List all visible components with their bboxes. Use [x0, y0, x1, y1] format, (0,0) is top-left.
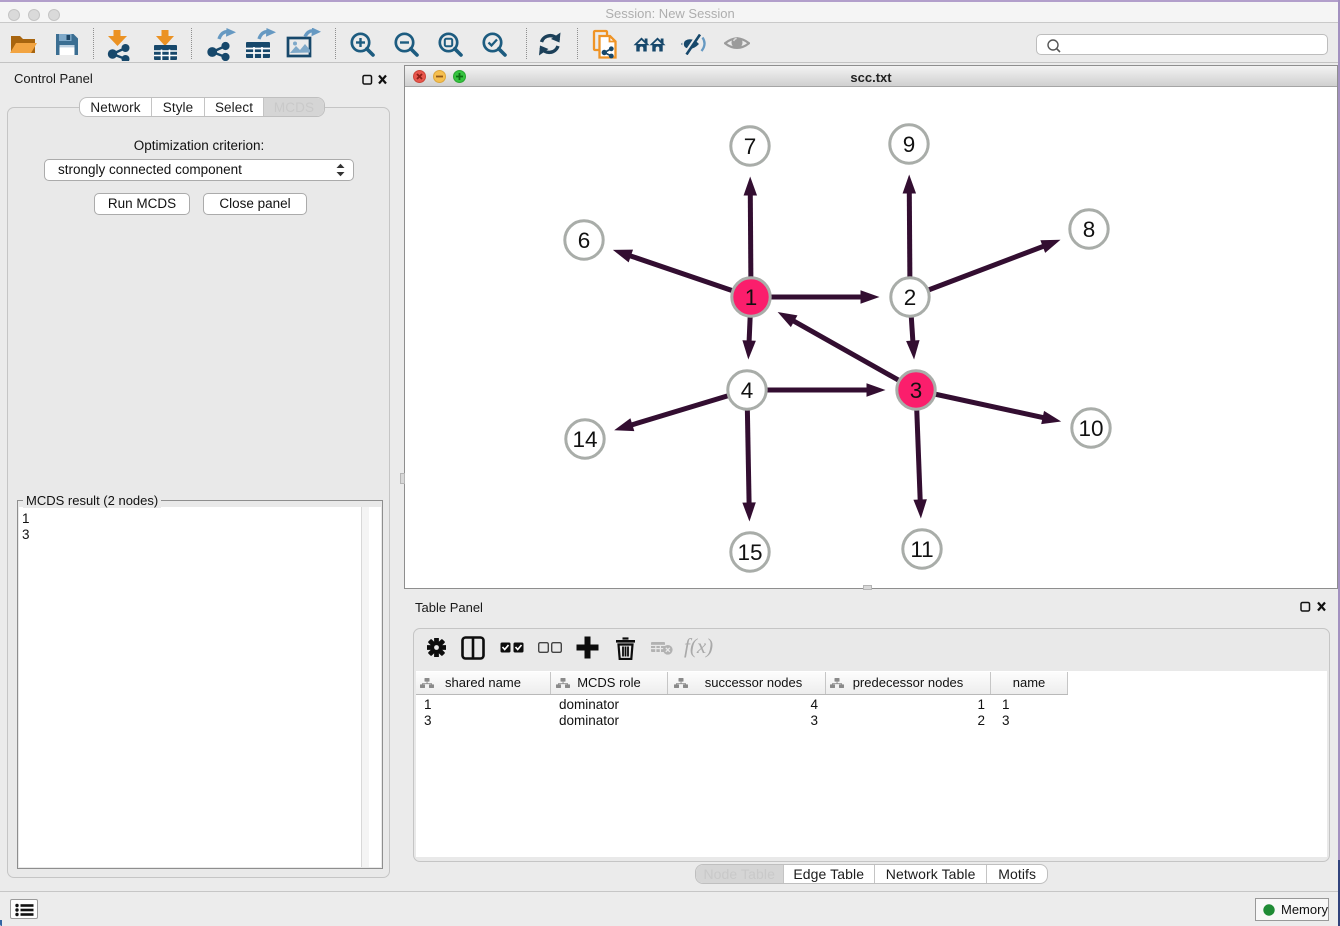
svg-text:2: 2 — [904, 285, 917, 310]
svg-text:1: 1 — [745, 285, 758, 310]
svg-text:14: 14 — [572, 427, 597, 452]
svg-text:9: 9 — [903, 132, 916, 157]
svg-text:11: 11 — [910, 537, 933, 562]
svg-text:3: 3 — [910, 378, 923, 403]
svg-text:15: 15 — [737, 540, 762, 565]
svg-text:8: 8 — [1083, 217, 1096, 242]
svg-text:10: 10 — [1078, 416, 1103, 441]
svg-text:6: 6 — [578, 228, 591, 253]
svg-text:4: 4 — [741, 378, 754, 403]
svg-text:7: 7 — [744, 134, 757, 159]
